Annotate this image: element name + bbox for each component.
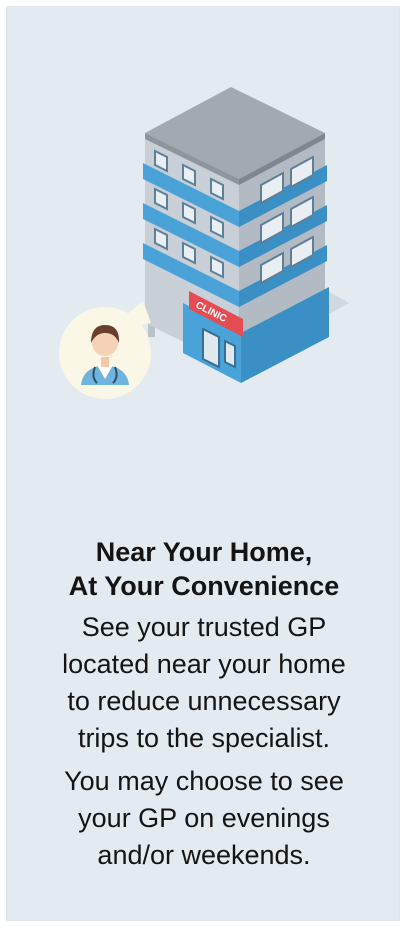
description-line-2: located near your home xyxy=(62,649,346,679)
feature-note: You may choose to see your GP on evening… xyxy=(7,763,399,874)
feature-card: CLINIC Near Your Home, At Your Convenien… xyxy=(6,6,400,921)
heading-line-1: Near Your Home, xyxy=(95,537,313,567)
note-line-3: and/or weekends. xyxy=(97,840,311,870)
ground-window xyxy=(224,339,236,369)
note-line-2: your GP on evenings xyxy=(78,803,330,833)
description-line-1: See your trusted GP xyxy=(81,612,327,642)
clinic-door xyxy=(202,327,220,369)
feature-text: Near Your Home, At Your Convenience See … xyxy=(7,535,399,874)
feature-description: See your trusted GP located near your ho… xyxy=(7,609,399,757)
note-line-1: You may choose to see xyxy=(64,766,344,796)
heading-line-2: At Your Convenience xyxy=(68,571,340,601)
description-line-3: to reduce unnecessary xyxy=(67,686,341,716)
clinic-illustration: CLINIC xyxy=(59,87,349,399)
description-line-4: trips to the specialist. xyxy=(77,723,331,753)
feature-heading: Near Your Home, At Your Convenience xyxy=(7,535,399,603)
